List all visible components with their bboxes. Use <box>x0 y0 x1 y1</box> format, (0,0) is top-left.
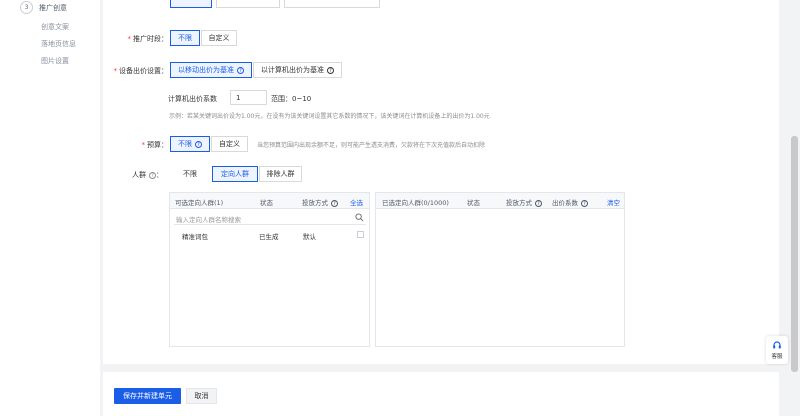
schedule-label: * 推广时段： <box>127 35 169 43</box>
available-crowd-title: 可选定向人群(1) <box>175 199 224 207</box>
crowd-search-input[interactable]: 输入定向人群名称搜索 <box>176 214 241 224</box>
crowd-target-button[interactable]: 定向人群 <box>212 166 258 182</box>
crowd-method: 默认 <box>303 233 316 241</box>
device-bid-label: * 设备出价设置： <box>113 67 169 75</box>
clear-link[interactable]: 清空 <box>607 197 620 207</box>
form-panel: * 推广时段： 不限 自定义 * 设备出价设置： 以移动出价为基准? 以计算机出价为… <box>103 0 779 364</box>
scrollbar-thumb[interactable] <box>791 136 798 372</box>
help-icon: ? <box>149 172 156 179</box>
crowd-name: 精准词包 <box>182 233 208 241</box>
help-icon: ? <box>237 66 244 74</box>
customer-service-widget[interactable]: 客服 <box>766 336 788 364</box>
selected-crowd-header: 已选定向人群(0/1000) 状态 投放方式? 出价系数? 清空 <box>376 193 624 209</box>
available-crowd-header: 可选定向人群(1) 状态 投放方式? 全选 <box>170 193 369 209</box>
footer-bar: 保存并新建单元 取消 <box>103 372 779 416</box>
crowd-unlimited-button[interactable]: 不限 <box>170 166 210 182</box>
select-all-link[interactable]: 全选 <box>350 197 363 207</box>
budget-hint: 当您预算范围内出现余额不足，则可能产生透支消费，欠款将在下次充值款后自动扣除 <box>257 142 486 149</box>
col-status: 状态 <box>467 199 480 207</box>
pc-coef-label: 计算机出价系数 <box>168 95 217 103</box>
cancel-button[interactable]: 取消 <box>186 388 217 404</box>
top-cut-option[interactable] <box>170 0 212 8</box>
search-icon[interactable] <box>355 213 364 222</box>
sidebar-item-landing[interactable]: 落地页信息 <box>41 39 76 49</box>
available-crowd-panel: 可选定向人群(1) 状态 投放方式? 全选 输入定向人群名称搜索 精准词包 已生… <box>169 192 370 347</box>
save-and-new-button[interactable]: 保存并新建单元 <box>114 388 181 404</box>
sidebar: 3 推广创意 创意文案 落地页信息 图片设置 <box>0 0 100 416</box>
col-status: 状态 <box>260 199 273 207</box>
list-item[interactable]: 精准词包 已生成 默认 <box>170 229 369 243</box>
pc-coef-range: 范围：0~10 <box>271 95 312 103</box>
help-icon: ? <box>195 140 202 148</box>
pc-coef-input[interactable]: 1 <box>230 90 267 105</box>
col-method: 投放方式? <box>506 197 542 207</box>
sidebar-item-copy[interactable]: 创意文案 <box>41 22 69 32</box>
schedule-unlimited-button[interactable]: 不限 <box>170 30 200 46</box>
schedule-custom-button[interactable]: 自定义 <box>201 30 237 46</box>
help-icon: ? <box>581 200 588 207</box>
help-icon: ? <box>535 200 542 207</box>
crowd-label: 人群?： <box>132 171 163 179</box>
sidebar-item-images[interactable]: 图片设置 <box>41 56 69 66</box>
bid-mobile-base-button[interactable]: 以移动出价为基准? <box>170 62 252 78</box>
top-cut-select[interactable] <box>284 0 380 8</box>
step-label: 推广创意 <box>39 3 67 12</box>
pc-coef-example: 示例：若某关键词出价设为1.00元，在没有为该关键词设置其它系数的情况下，该关键… <box>169 113 490 120</box>
selected-crowd-title: 已选定向人群(0/1000) <box>382 199 449 207</box>
crowd-status: 已生成 <box>259 233 279 241</box>
crowd-checkbox[interactable] <box>357 231 364 238</box>
budget-custom-button[interactable]: 自定义 <box>211 136 248 152</box>
crowd-exclude-button[interactable]: 排除人群 <box>259 166 302 182</box>
step-number: 3 <box>20 1 33 14</box>
budget-label: * 预算： <box>141 141 169 149</box>
bid-pc-base-button[interactable]: 以计算机出价为基准? <box>253 62 342 78</box>
col-method: 投放方式? <box>302 197 338 207</box>
budget-unlimited-button[interactable]: 不限? <box>170 136 210 152</box>
help-icon: ? <box>327 66 334 74</box>
crowd-search-box[interactable]: 输入定向人群名称搜索 <box>174 212 366 225</box>
col-coef: 出价系数? <box>552 197 588 207</box>
top-cut-option-2[interactable] <box>216 0 280 8</box>
help-icon: ? <box>331 200 338 207</box>
selected-crowd-panel: 已选定向人群(0/1000) 状态 投放方式? 出价系数? 清空 <box>375 192 625 347</box>
headset-icon <box>773 341 781 349</box>
step-item-creative[interactable]: 3 推广创意 <box>20 1 67 14</box>
customer-service-label: 客服 <box>771 354 783 360</box>
